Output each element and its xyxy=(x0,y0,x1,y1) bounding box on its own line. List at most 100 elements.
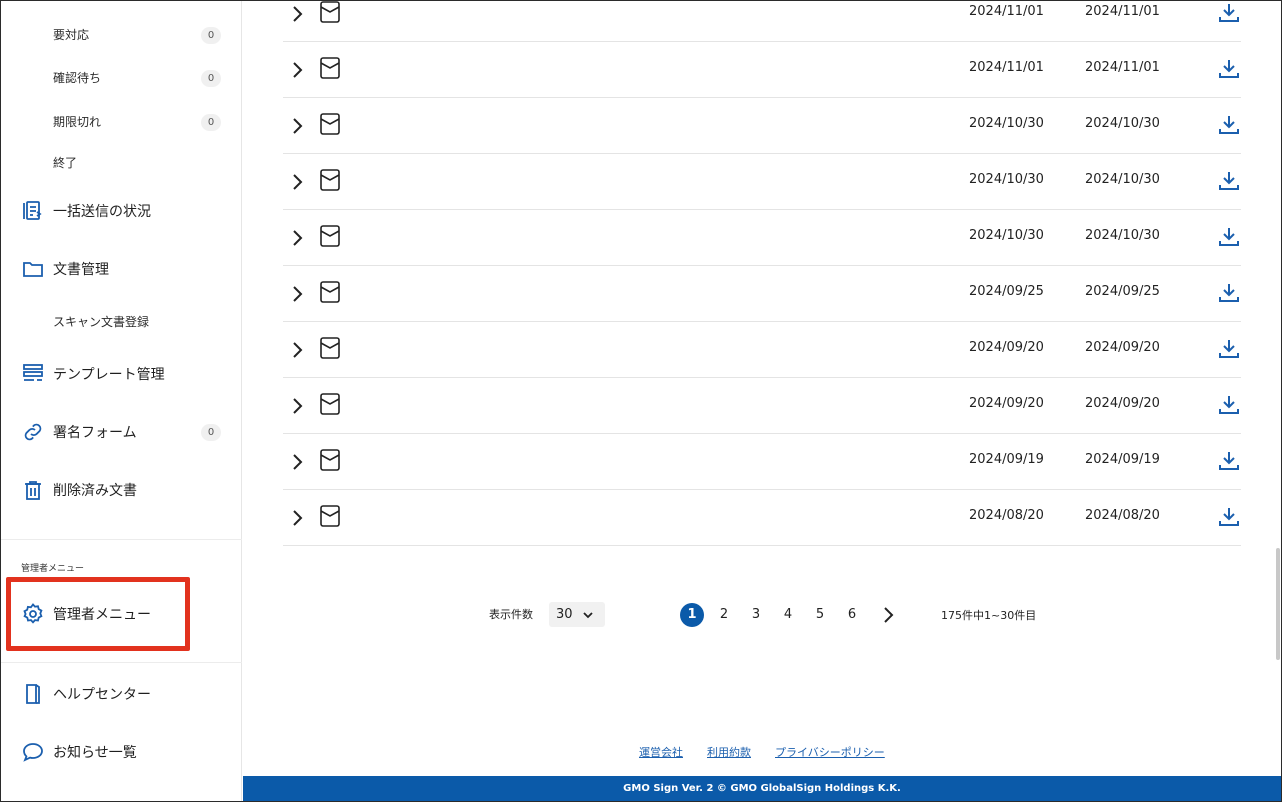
download-icon[interactable] xyxy=(1217,2,1241,24)
download-icon[interactable] xyxy=(1217,394,1241,416)
admin-menu-highlight-box xyxy=(6,577,190,651)
sidebar-item-label: お知らせ一覧 xyxy=(53,745,137,761)
table-row[interactable]: 2024/10/30 2024/10/30 xyxy=(283,154,1241,210)
sidebar-item-label: 削除済み文書 xyxy=(53,483,137,499)
page-button-2[interactable]: 2 xyxy=(712,603,736,627)
row-date-2: 2024/11/01 xyxy=(1085,60,1160,75)
row-date-1: 2024/09/25 xyxy=(969,284,1044,299)
page-button-3[interactable]: 3 xyxy=(744,603,768,627)
total-count-label: 175件中1~30件目 xyxy=(941,609,1037,622)
document-icon xyxy=(320,337,340,359)
row-date-1: 2024/11/01 xyxy=(969,4,1044,19)
page-button-6[interactable]: 6 xyxy=(840,603,864,627)
row-date-1: 2024/09/19 xyxy=(969,452,1044,467)
page-button-1[interactable]: 1 xyxy=(680,603,704,627)
sidebar-subitem-scan-register[interactable]: スキャン文書登録 xyxy=(53,312,149,332)
download-icon[interactable] xyxy=(1217,338,1241,360)
chevron-right-icon[interactable] xyxy=(287,226,307,250)
sidebar-item-bulk-send-status[interactable]: 一括送信の状況 xyxy=(21,196,151,226)
sidebar-item-sign-form[interactable]: 署名フォーム xyxy=(21,417,137,447)
table-row[interactable]: 2024/09/19 2024/09/19 xyxy=(283,434,1241,490)
scrollbar-thumb[interactable] xyxy=(1276,548,1280,660)
chat-bubble-icon xyxy=(21,740,45,764)
sidebar-item-deleted-documents[interactable]: 削除済み文書 xyxy=(21,475,137,505)
download-icon[interactable] xyxy=(1217,170,1241,192)
sidebar-item-label: 文書管理 xyxy=(53,262,109,278)
document-icon xyxy=(320,113,340,135)
table-row[interactable]: 2024/09/20 2024/09/20 xyxy=(283,322,1241,378)
table-row[interactable]: 2024/09/25 2024/09/25 xyxy=(283,266,1241,322)
table-row[interactable]: 2024/09/20 2024/09/20 xyxy=(283,378,1241,434)
row-date-1: 2024/10/30 xyxy=(969,172,1044,187)
sidebar-item-template-management[interactable]: テンプレート管理 xyxy=(21,359,165,389)
bulk-send-icon xyxy=(21,199,45,223)
download-icon[interactable] xyxy=(1217,114,1241,136)
book-icon xyxy=(21,682,45,706)
footer-link-terms[interactable]: 利用約款 xyxy=(707,744,751,760)
document-icon xyxy=(320,449,340,471)
sidebar-item-document-management[interactable]: 文書管理 xyxy=(21,254,109,284)
sidebar-subitem-expired[interactable]: 期限切れ xyxy=(53,112,101,132)
folder-icon xyxy=(21,257,45,281)
chevron-right-icon[interactable] xyxy=(287,58,307,82)
expired-count-badge: 0 xyxy=(201,114,221,131)
next-page-chevron-icon[interactable] xyxy=(879,604,897,626)
awaiting-confirmation-count-badge: 0 xyxy=(201,70,221,87)
download-icon[interactable] xyxy=(1217,450,1241,472)
sidebar-divider xyxy=(1,539,242,540)
sidebar-item-label: 一括送信の状況 xyxy=(53,204,151,220)
sign-form-count-badge: 0 xyxy=(201,424,221,441)
download-icon[interactable] xyxy=(1217,506,1241,528)
trash-icon xyxy=(21,478,45,502)
page-button-4[interactable]: 4 xyxy=(776,603,800,627)
table-row[interactable]: 2024/10/30 2024/10/30 xyxy=(283,210,1241,266)
row-date-2: 2024/10/30 xyxy=(1085,172,1160,187)
row-date-2: 2024/09/19 xyxy=(1085,452,1160,467)
row-date-2: 2024/11/01 xyxy=(1085,4,1160,19)
sidebar-item-help-center[interactable]: ヘルプセンター xyxy=(21,679,151,709)
sidebar-divider xyxy=(1,662,242,663)
admin-section-label: 管理者メニュー xyxy=(21,564,85,574)
row-date-1: 2024/09/20 xyxy=(969,396,1044,411)
table-row[interactable]: 2024/11/01 2024/11/01 xyxy=(283,0,1241,42)
action-required-count-badge: 0 xyxy=(201,27,221,44)
document-icon xyxy=(320,1,340,23)
row-date-1: 2024/08/20 xyxy=(969,508,1044,523)
chevron-right-icon[interactable] xyxy=(287,282,307,306)
sidebar-item-notices[interactable]: お知らせ一覧 xyxy=(21,737,137,767)
chevron-right-icon[interactable] xyxy=(287,338,307,362)
page-button-5[interactable]: 5 xyxy=(808,603,832,627)
per-page-select[interactable]: 30 xyxy=(549,602,605,627)
chevron-right-icon[interactable] xyxy=(287,506,307,530)
row-date-2: 2024/08/20 xyxy=(1085,508,1160,523)
download-icon[interactable] xyxy=(1217,226,1241,248)
footer-copyright-bar: GMO Sign Ver. 2 © GMO GlobalSign Holding… xyxy=(243,776,1281,801)
document-icon xyxy=(320,505,340,527)
document-icon xyxy=(320,225,340,247)
sidebar-subitem-awaiting-confirmation[interactable]: 確認待ち xyxy=(53,68,101,88)
table-row[interactable]: 2024/08/20 2024/08/20 xyxy=(283,490,1241,546)
sidebar-subitem-action-required[interactable]: 要対応 xyxy=(53,25,89,45)
chevron-right-icon[interactable] xyxy=(287,2,307,26)
chevron-right-icon[interactable] xyxy=(287,450,307,474)
table-row[interactable]: 2024/10/30 2024/10/30 xyxy=(283,98,1241,154)
document-icon xyxy=(320,281,340,303)
download-icon[interactable] xyxy=(1217,58,1241,80)
document-icon xyxy=(320,57,340,79)
row-date-2: 2024/09/20 xyxy=(1085,340,1160,355)
link-icon xyxy=(21,420,45,444)
per-page-value: 30 xyxy=(556,607,573,622)
row-date-2: 2024/10/30 xyxy=(1085,116,1160,131)
sidebar-item-label: テンプレート管理 xyxy=(53,367,165,383)
document-icon xyxy=(320,169,340,191)
sidebar-subitem-completed[interactable]: 終了 xyxy=(53,153,77,173)
chevron-right-icon[interactable] xyxy=(287,394,307,418)
chevron-right-icon[interactable] xyxy=(287,114,307,138)
table-row[interactable]: 2024/11/01 2024/11/01 xyxy=(283,42,1241,98)
row-date-1: 2024/09/20 xyxy=(969,340,1044,355)
footer-link-privacy[interactable]: プライバシーポリシー xyxy=(775,744,885,760)
document-icon xyxy=(320,393,340,415)
footer-link-company[interactable]: 運営会社 xyxy=(639,744,683,760)
download-icon[interactable] xyxy=(1217,282,1241,304)
chevron-right-icon[interactable] xyxy=(287,170,307,194)
